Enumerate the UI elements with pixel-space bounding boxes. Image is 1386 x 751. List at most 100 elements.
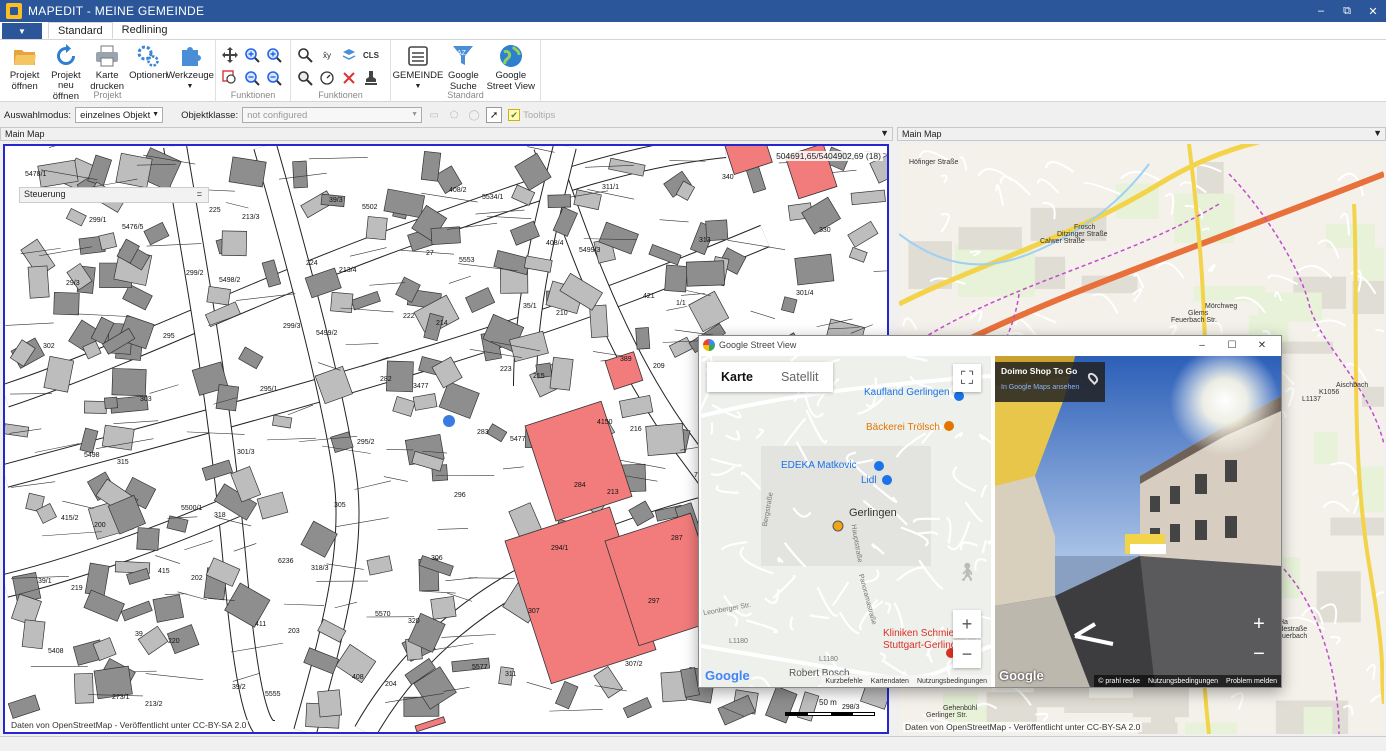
parcel-number: 213/3 bbox=[242, 214, 260, 221]
sv-maximize-button[interactable]: ☐ bbox=[1219, 336, 1245, 354]
parcel-number: 421 bbox=[643, 293, 655, 300]
footer-kartendaten[interactable]: Kartendaten bbox=[871, 678, 909, 685]
pano-zoom-out-button[interactable]: − bbox=[1245, 640, 1273, 668]
parcel-number: 5502 bbox=[362, 204, 378, 211]
parcel-number: 210 bbox=[556, 310, 568, 317]
map-zoom-out-button[interactable]: − bbox=[953, 640, 981, 668]
parcel-number: 27 bbox=[426, 250, 434, 257]
scale-label: 50 m bbox=[819, 698, 837, 707]
sort-az-icon: AZ bbox=[450, 43, 476, 69]
pano-nutzungsbedingungen[interactable]: Nutzungsbedingungen bbox=[1148, 678, 1218, 685]
building bbox=[152, 594, 185, 623]
tab-standard[interactable]: Standard bbox=[48, 22, 113, 39]
select-circle-icon[interactable]: ◯ bbox=[466, 107, 482, 123]
stamp-icon[interactable] bbox=[361, 68, 381, 88]
building bbox=[53, 292, 80, 316]
svg-text:AZ: AZ bbox=[457, 50, 467, 57]
pano-zoom-in-button[interactable]: + bbox=[1245, 610, 1273, 638]
google-map[interactable]: Karte Satellit ⛶ Kaufland Gerlingen Bäck… bbox=[701, 356, 991, 687]
zoom-extent-icon[interactable] bbox=[220, 68, 240, 88]
parcel-number: 294/1 bbox=[551, 545, 569, 552]
footer-nutzungsbedingungen[interactable]: Nutzungsbedingungen bbox=[917, 678, 987, 685]
map-type-satellit[interactable]: Satellit bbox=[767, 362, 833, 392]
fullscreen-icon[interactable]: ⛶ bbox=[953, 364, 981, 392]
select-polygon-icon[interactable]: ⬠ bbox=[446, 107, 462, 123]
measure-icon[interactable] bbox=[317, 68, 337, 88]
app-logo-icon bbox=[6, 3, 22, 19]
select-rectangle-icon[interactable]: ▭ bbox=[426, 107, 442, 123]
title-bar: MAPEDIT - MEINE GEMEINDE – ⧉ ✕ bbox=[0, 0, 1386, 22]
objektklasse-placeholder: not configured bbox=[247, 109, 308, 121]
building bbox=[317, 689, 343, 718]
parcel-number: 306 bbox=[431, 555, 443, 562]
objektklasse-dropdown[interactable]: not configured ▼ bbox=[242, 107, 423, 123]
land-use-area bbox=[1362, 386, 1384, 407]
tooltips-checkbox[interactable]: ✔ bbox=[508, 109, 521, 121]
building bbox=[73, 672, 94, 704]
footer-kurzbefehle[interactable]: Kurzbefehle bbox=[825, 678, 862, 685]
minimize-button[interactable]: – bbox=[1308, 0, 1334, 22]
google-suche-label: Google Suche bbox=[447, 70, 479, 92]
steuerung-panel[interactable]: Steuerung = bbox=[19, 187, 209, 203]
layers-icon[interactable] bbox=[339, 45, 359, 65]
parcel-number: 296 bbox=[454, 492, 466, 499]
pan-icon[interactable] bbox=[220, 45, 240, 65]
parcel-number: 5499/2 bbox=[316, 330, 338, 337]
pano-problem-melden[interactable]: Problem melden bbox=[1226, 678, 1277, 685]
poi-kaufland[interactable]: Kaufland Gerlingen bbox=[864, 387, 950, 398]
close-button[interactable]: ✕ bbox=[1360, 0, 1386, 22]
clear-selection-button[interactable]: CLS bbox=[361, 45, 381, 65]
zoom-in-icon[interactable] bbox=[242, 45, 262, 65]
parcel-number: 220 bbox=[168, 638, 180, 645]
scale-bar-graphic bbox=[785, 712, 875, 716]
building bbox=[430, 596, 457, 620]
map-label: K1056 bbox=[1319, 389, 1339, 396]
poi-lidl[interactable]: Lidl bbox=[861, 475, 877, 486]
parcel-number: 389 bbox=[620, 356, 632, 363]
parcel-number: 299/1 bbox=[89, 217, 107, 224]
map-zoom-in-button[interactable]: + bbox=[953, 610, 981, 638]
street-view-panorama[interactable]: Doimo Shop To Go In Google Maps ansehen … bbox=[995, 356, 1281, 687]
tab-redlining[interactable]: Redlining bbox=[113, 22, 177, 39]
map-type-karte[interactable]: Karte bbox=[707, 362, 767, 392]
map-attribution-right: Daten von OpenStreetMap - Veröffentlicht… bbox=[903, 722, 1143, 732]
panorama-open-in-maps-link[interactable]: In Google Maps ansehen bbox=[1001, 384, 1099, 391]
zoom-in-box-icon[interactable] bbox=[264, 45, 284, 65]
sv-close-button[interactable]: ✕ bbox=[1249, 336, 1275, 354]
parcel-number: 415 bbox=[158, 568, 170, 575]
zoom-out-icon[interactable] bbox=[242, 68, 262, 88]
group-label-projekt: Projekt bbox=[93, 90, 122, 100]
pegman-icon[interactable]: 🚶︎ bbox=[953, 558, 981, 586]
group-standard: GEMEINDE ▼ AZ Google Suche Google Street… bbox=[391, 40, 541, 102]
google-logo: Google bbox=[705, 668, 750, 683]
pointer-icon[interactable]: ➚ bbox=[486, 107, 503, 123]
parcel-number: 415/2 bbox=[61, 515, 79, 522]
parcel-number: 200 bbox=[94, 522, 106, 529]
parcel-number: 5478/1 bbox=[25, 171, 47, 178]
auswahlmodus-dropdown[interactable]: einzelnes Objekt ▼ bbox=[75, 107, 164, 123]
poi-gerlingen[interactable]: Gerlingen bbox=[849, 507, 897, 519]
coordinates-icon[interactable]: x̂y bbox=[317, 45, 337, 65]
poi-baeckerei[interactable]: Bäckerei Trölsch bbox=[866, 422, 940, 433]
delete-tool-icon[interactable] bbox=[339, 68, 359, 88]
building bbox=[206, 286, 231, 306]
auswahlmodus-value: einzelnes Objekt bbox=[80, 109, 151, 121]
search-object-icon[interactable] bbox=[295, 68, 315, 88]
parcel-number: 35/1 bbox=[523, 303, 537, 310]
refresh-icon bbox=[53, 43, 79, 69]
parcel-number: 315 bbox=[117, 459, 129, 466]
search-icon[interactable] bbox=[295, 45, 315, 65]
zoom-out-box-icon[interactable] bbox=[264, 68, 284, 88]
parcel-number: 204 bbox=[385, 681, 397, 688]
panel-menu-icon[interactable]: ▼ bbox=[1373, 128, 1382, 138]
parcel-number: 301/4 bbox=[796, 290, 814, 297]
poi-edeka[interactable]: EDEKA Matkovic bbox=[781, 460, 857, 471]
parcel-number: 307 bbox=[528, 608, 540, 615]
building bbox=[21, 619, 46, 650]
application-menu-button[interactable]: ▼ bbox=[2, 23, 42, 39]
sv-minimize-button[interactable]: – bbox=[1189, 336, 1215, 354]
building bbox=[645, 422, 686, 457]
steuerung-menu-icon[interactable]: = bbox=[197, 189, 202, 199]
restore-button[interactable]: ⧉ bbox=[1334, 0, 1360, 22]
panel-menu-icon[interactable]: ▼ bbox=[880, 128, 889, 138]
